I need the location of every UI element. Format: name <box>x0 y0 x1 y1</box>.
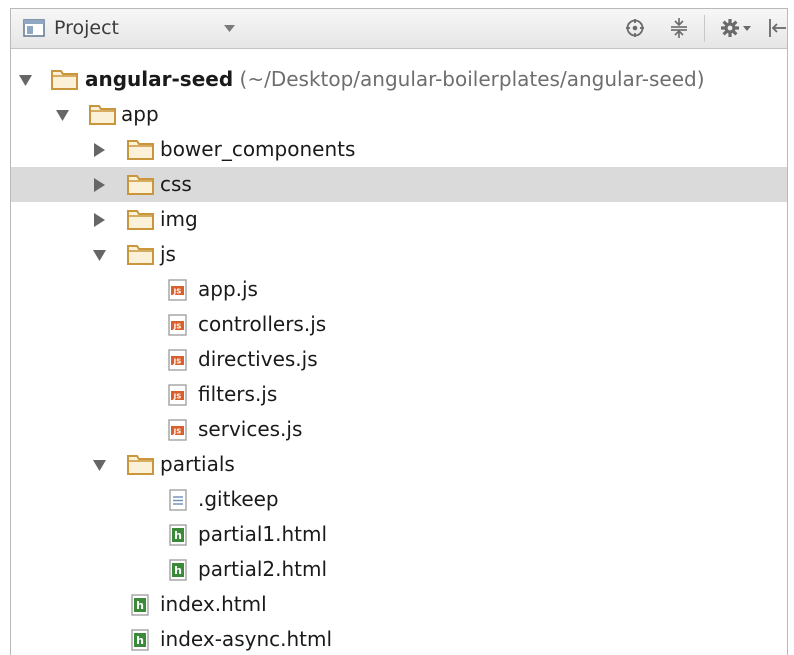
collapse-arrow-icon[interactable] <box>93 178 106 192</box>
tree-node-img[interactable]: img <box>11 202 787 237</box>
gear-icon[interactable] <box>720 18 754 38</box>
tree-node-app[interactable]: app <box>11 97 787 132</box>
chevron-down-icon <box>224 25 235 32</box>
tree-file-services-js[interactable]: JS services.js <box>11 412 787 447</box>
locate-icon[interactable] <box>625 18 645 38</box>
js-file-icon: JS <box>168 349 187 371</box>
tree-file-index-html[interactable]: h index.html <box>11 587 787 622</box>
text-file-icon <box>169 489 187 511</box>
expand-arrow-icon[interactable] <box>93 248 106 262</box>
project-tool-window: Project angular-seed (~/Desktop/angular-… <box>10 8 788 655</box>
collapse-arrow-icon[interactable] <box>93 213 106 227</box>
tree-file-filters-js[interactable]: JS filters.js <box>11 377 787 412</box>
expand-arrow-icon[interactable] <box>56 108 69 122</box>
js-file-icon: JS <box>168 419 187 441</box>
tree-file-partial1-html[interactable]: h partial1.html <box>11 517 787 552</box>
folder-icon <box>51 70 78 90</box>
tree-file-gitkeep[interactable]: .gitkeep <box>11 482 787 517</box>
tree-node-label: directives.js <box>198 347 318 371</box>
tree-node-js[interactable]: js <box>11 237 787 272</box>
project-view-icon <box>23 19 45 37</box>
tree-file-controllers-js[interactable]: JS controllers.js <box>11 307 787 342</box>
expand-arrow-icon[interactable] <box>93 458 106 472</box>
svg-text:h: h <box>136 599 144 612</box>
toolbar-separator <box>704 15 705 42</box>
collapse-all-icon[interactable] <box>669 18 689 38</box>
tree-node-css[interactable]: css <box>11 167 787 202</box>
html-file-icon: h <box>131 629 149 651</box>
folder-icon <box>127 175 154 195</box>
tree-node-label: .gitkeep <box>198 487 279 511</box>
svg-text:JS: JS <box>173 323 182 331</box>
tree-node-label: filters.js <box>198 382 278 406</box>
project-view-label: Project <box>54 17 120 39</box>
tree-file-app-js[interactable]: JS app.js <box>11 272 787 307</box>
tree-node-angular-seed[interactable]: angular-seed (~/Desktop/angular-boilerpl… <box>11 62 787 97</box>
folder-icon <box>127 210 154 230</box>
folder-icon <box>127 140 154 160</box>
tree-node-label: app.js <box>198 277 258 301</box>
tree-node-label: index.html <box>160 592 267 616</box>
tree-file-partial2-html[interactable]: h partial2.html <box>11 552 787 587</box>
folder-icon <box>127 455 154 475</box>
tree-node-label: bower_components <box>160 137 356 161</box>
tree-node-label: controllers.js <box>198 312 327 336</box>
tree-node-label: css <box>160 172 192 196</box>
svg-text:h: h <box>136 634 144 647</box>
js-file-icon: JS <box>168 314 187 336</box>
tree-file-index-async-html[interactable]: h index-async.html <box>11 622 787 655</box>
svg-text:JS: JS <box>173 428 182 436</box>
project-path-hint: (~/Desktop/angular-boilerplates/angular-… <box>239 67 705 91</box>
collapse-arrow-icon[interactable] <box>93 143 106 157</box>
tree-file-directives-js[interactable]: JS directives.js <box>11 342 787 377</box>
svg-text:JS: JS <box>173 393 182 401</box>
tree-node-label: angular-seed (~/Desktop/angular-boilerpl… <box>85 67 705 91</box>
folder-icon <box>127 245 154 265</box>
tree-node-label: app <box>121 102 159 126</box>
tree-node-label: partial1.html <box>198 522 328 546</box>
project-tree: angular-seed (~/Desktop/angular-boilerpl… <box>11 49 787 655</box>
svg-text:h: h <box>174 564 182 577</box>
tree-node-bower-components[interactable]: bower_components <box>11 132 787 167</box>
tree-node-label: img <box>160 207 198 231</box>
tree-node-label: index-async.html <box>160 627 333 651</box>
html-file-icon: h <box>169 559 187 581</box>
svg-text:JS: JS <box>173 288 182 296</box>
project-view-selector[interactable]: Project <box>17 14 243 42</box>
html-file-icon: h <box>169 524 187 546</box>
tree-node-label: services.js <box>198 417 303 441</box>
folder-icon <box>89 105 116 125</box>
js-file-icon: JS <box>168 279 187 301</box>
tree-node-partials[interactable]: partials <box>11 447 787 482</box>
svg-text:h: h <box>174 529 182 542</box>
tree-node-label: partials <box>160 452 235 476</box>
hide-panel-icon[interactable] <box>767 18 787 38</box>
expand-arrow-icon[interactable] <box>19 73 32 87</box>
html-file-icon: h <box>131 594 149 616</box>
js-file-icon: JS <box>168 384 187 406</box>
tree-node-label: partial2.html <box>198 557 328 581</box>
project-toolbar: Project <box>11 9 787 49</box>
tree-node-label: js <box>160 242 176 266</box>
svg-text:JS: JS <box>173 358 182 366</box>
